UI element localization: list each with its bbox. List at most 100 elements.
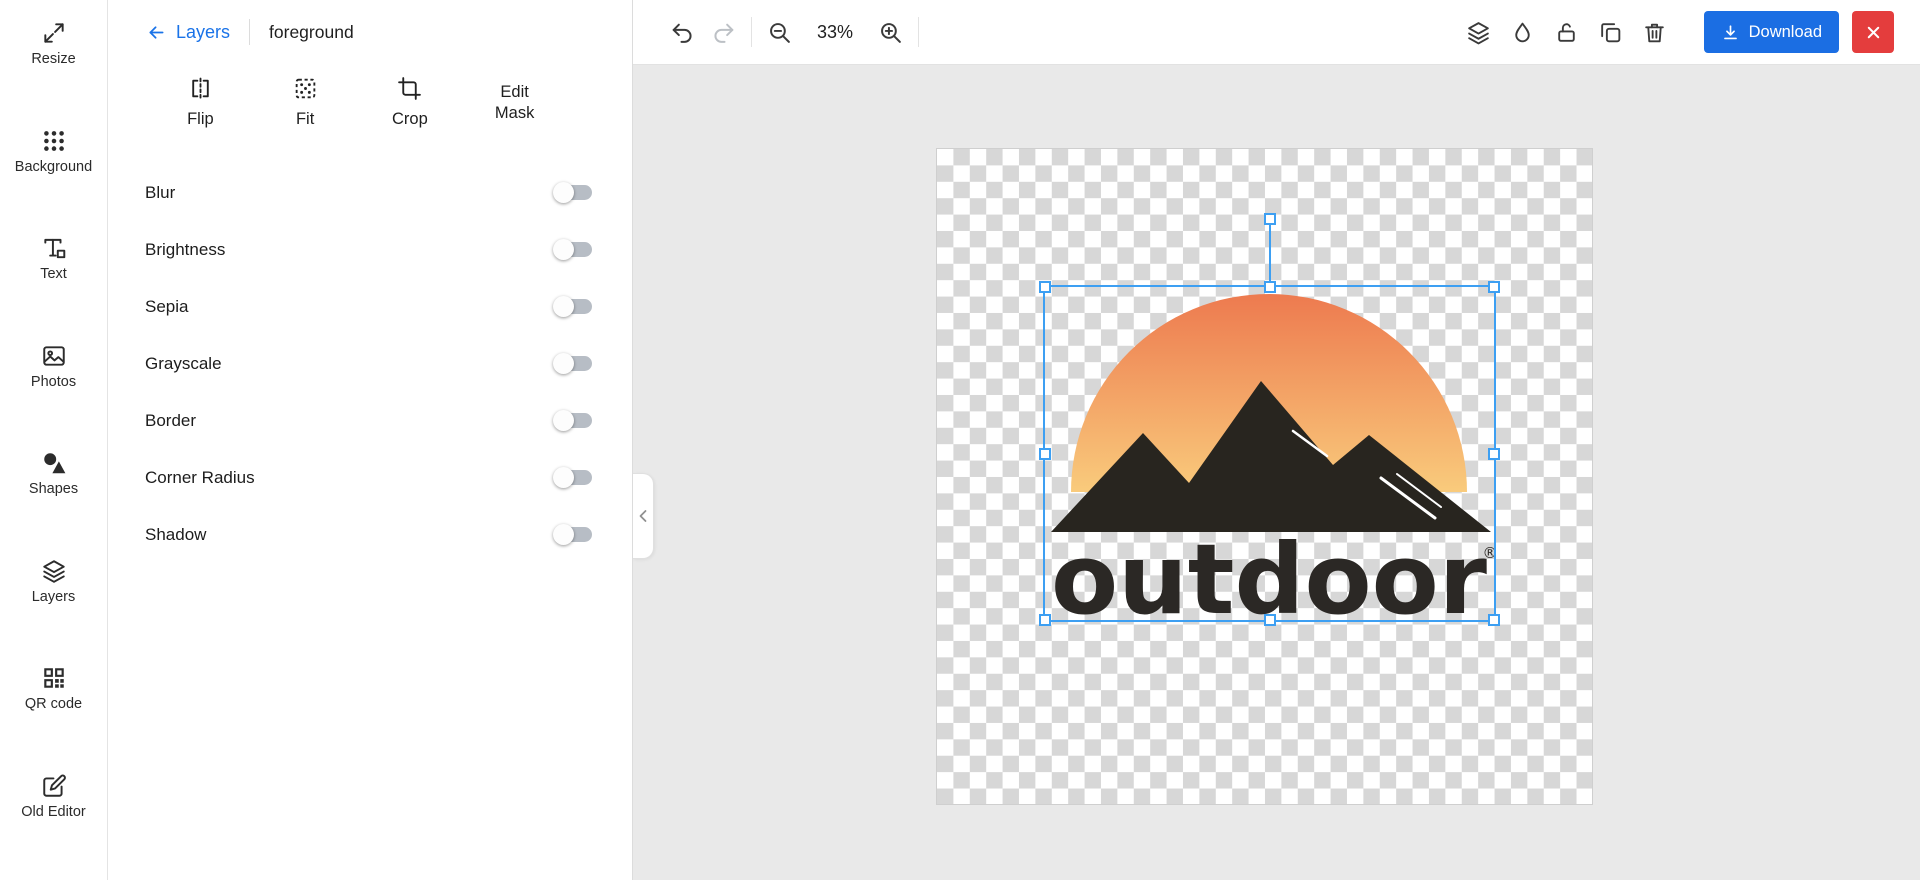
shadow-toggle[interactable] <box>555 527 592 542</box>
canvas[interactable]: outdoor ® <box>633 65 1920 880</box>
sidebar-item-old-editor[interactable]: Old Editor <box>0 773 107 880</box>
background-icon <box>41 128 67 154</box>
back-arrow-icon <box>146 22 167 43</box>
crop-icon <box>397 76 422 101</box>
blur-tool-button[interactable] <box>1507 17 1538 48</box>
image-editor-app: Resize Background Text Photos Shapes <box>0 0 1920 880</box>
lock-button[interactable] <box>1551 17 1582 48</box>
grayscale-toggle[interactable] <box>555 356 592 371</box>
filter-row-sepia: Sepia <box>108 278 632 335</box>
border-toggle[interactable] <box>555 413 592 428</box>
zoom-in-icon <box>878 20 903 45</box>
toolbar-divider <box>751 17 752 47</box>
crop-button[interactable]: Crop <box>358 76 463 130</box>
blur-toggle[interactable] <box>555 185 592 200</box>
sidebar-item-shapes[interactable]: Shapes <box>0 450 107 558</box>
resize-handle-se[interactable] <box>1488 614 1500 626</box>
panel-collapse-tab[interactable] <box>633 473 654 559</box>
fit-icon <box>293 76 318 101</box>
download-icon <box>1721 23 1740 42</box>
resize-handle-sw[interactable] <box>1039 614 1051 626</box>
arrange-layers-button[interactable] <box>1463 17 1494 48</box>
logo-trademark: ® <box>1483 544 1497 562</box>
zoom-in-button[interactable] <box>875 17 906 48</box>
corner-radius-toggle[interactable] <box>555 470 592 485</box>
filter-row-border: Border <box>108 392 632 449</box>
sidebar-item-resize[interactable]: Resize <box>0 20 107 128</box>
foreground-image[interactable]: outdoor ® <box>1043 285 1496 622</box>
download-button[interactable]: Download <box>1704 11 1839 53</box>
sepia-toggle[interactable] <box>555 299 592 314</box>
toggle-knob <box>553 467 574 488</box>
sidebar-item-photos[interactable]: Photos <box>0 343 107 451</box>
resize-handle-ne[interactable] <box>1488 281 1500 293</box>
shapes-icon <box>41 450 67 476</box>
duplicate-button[interactable] <box>1595 17 1626 48</box>
layer-properties-panel: Layers foreground Flip Fit <box>108 0 633 880</box>
resize-handle-n[interactable] <box>1264 281 1276 293</box>
zoom-out-icon <box>767 20 792 45</box>
sidebar-item-text[interactable]: Text <box>0 235 107 343</box>
tool-label: Crop <box>392 109 428 130</box>
toggle-knob <box>553 239 574 260</box>
resize-icon <box>41 20 67 46</box>
main-area: 33% <box>633 0 1920 880</box>
zoom-level: 33% <box>813 22 857 43</box>
sidebar-item-layers[interactable]: Layers <box>0 558 107 666</box>
back-to-layers-button[interactable]: Layers <box>146 22 230 43</box>
layers-stack-icon <box>1466 20 1491 45</box>
toggle-knob <box>553 524 574 545</box>
layers-icon <box>41 558 67 584</box>
layer-name[interactable]: foreground <box>269 22 354 43</box>
resize-handle-e[interactable] <box>1488 448 1500 460</box>
toolbar-divider <box>918 17 919 47</box>
resize-handle-s[interactable] <box>1264 614 1276 626</box>
logo-wordmark: outdoor <box>1051 523 1487 622</box>
close-editor-button[interactable] <box>1852 11 1894 53</box>
filter-label: Border <box>145 411 196 431</box>
fit-button[interactable]: Fit <box>253 76 358 130</box>
header-divider <box>249 19 250 45</box>
tool-label: Fit <box>296 109 314 130</box>
delete-button[interactable] <box>1639 17 1670 48</box>
tool-label: Edit Mask <box>487 82 543 125</box>
sidebar-item-background[interactable]: Background <box>0 128 107 236</box>
panel-header: Layers foreground <box>108 0 632 64</box>
zoom-out-button[interactable] <box>764 17 795 48</box>
toggle-knob <box>553 296 574 317</box>
filter-label: Blur <box>145 183 175 203</box>
photos-icon <box>41 343 67 369</box>
download-label: Download <box>1749 23 1822 42</box>
layer-actions-group <box>1463 17 1670 48</box>
sidebar-item-label: Text <box>40 267 67 283</box>
sidebar-item-label: Resize <box>31 52 75 68</box>
duplicate-icon <box>1598 20 1623 45</box>
droplet-icon <box>1510 20 1535 45</box>
undo-icon <box>670 20 695 45</box>
flip-button[interactable]: Flip <box>148 76 253 130</box>
resize-handle-nw[interactable] <box>1039 281 1051 293</box>
edit-mask-button[interactable]: Edit Mask <box>462 82 567 125</box>
sidebar-item-label: Background <box>15 160 92 176</box>
filter-label: Brightness <box>145 240 225 260</box>
redo-icon <box>711 20 736 45</box>
filter-list: Blur Brightness Sepia Grayscale Border C… <box>108 164 632 563</box>
brightness-toggle[interactable] <box>555 242 592 257</box>
trash-icon <box>1642 20 1667 45</box>
filter-row-brightness: Brightness <box>108 221 632 278</box>
sidebar-item-label: Layers <box>32 590 76 606</box>
filter-label: Corner Radius <box>145 468 255 488</box>
filter-row-grayscale: Grayscale <box>108 335 632 392</box>
filter-label: Sepia <box>145 297 188 317</box>
sidebar-item-label: Photos <box>31 375 76 391</box>
tool-label: Flip <box>187 109 214 130</box>
undo-button[interactable] <box>667 17 698 48</box>
sidebar-item-label: QR code <box>25 697 82 713</box>
rotate-handle[interactable] <box>1264 213 1276 225</box>
sidebar-item-qr-code[interactable]: QR code <box>0 665 107 773</box>
old-editor-icon <box>41 773 67 799</box>
resize-handle-w[interactable] <box>1039 448 1051 460</box>
toggle-knob <box>553 353 574 374</box>
redo-button[interactable] <box>708 17 739 48</box>
history-group <box>667 17 739 48</box>
